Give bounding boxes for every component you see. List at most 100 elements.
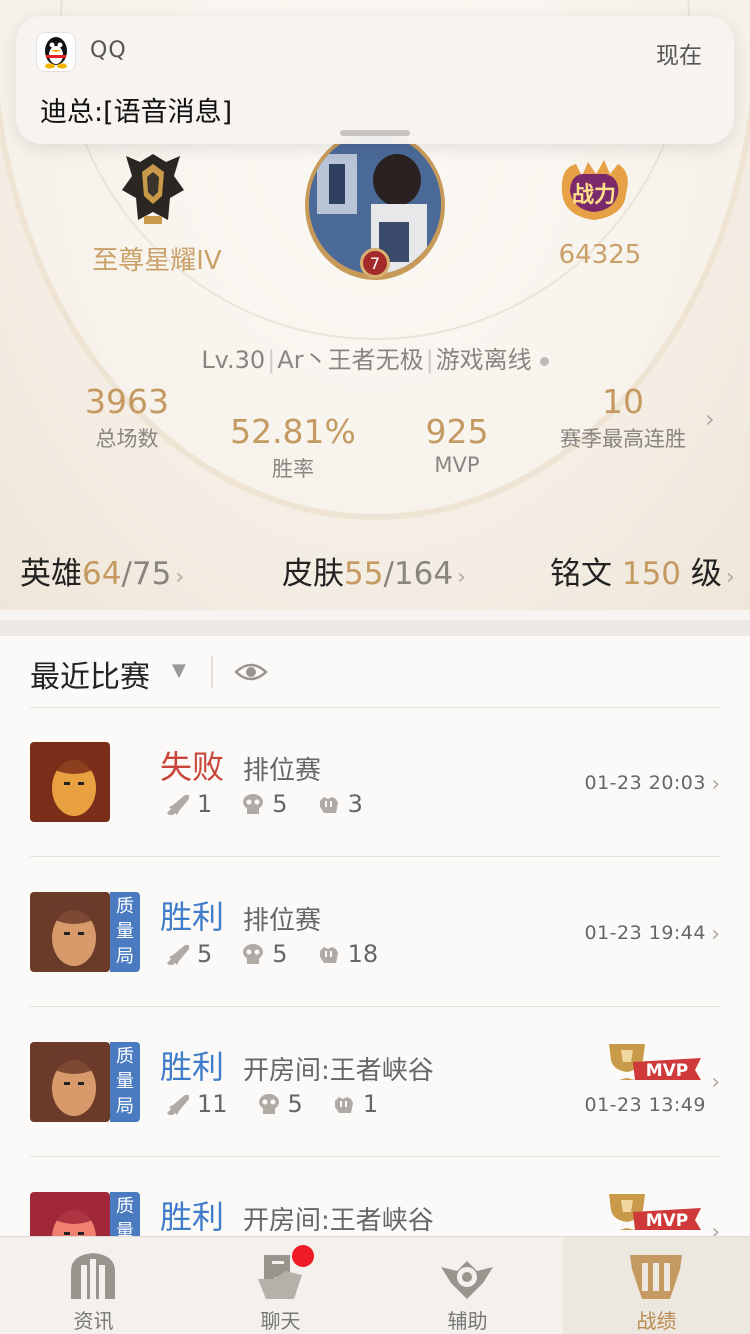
header-separator bbox=[211, 656, 213, 688]
news-icon bbox=[71, 1253, 115, 1299]
rank-name[interactable]: 至尊星耀IV bbox=[60, 240, 254, 277]
fist-icon bbox=[319, 947, 338, 963]
match-time: 01-23 13:49 bbox=[584, 1094, 706, 1116]
row-divider bbox=[30, 1156, 720, 1157]
match-row[interactable]: 质量局胜利 开房间:王者峡谷 11 5 1 MVP 01-23 13:49 › bbox=[0, 1042, 750, 1192]
heroes-label: 英雄 bbox=[20, 556, 82, 592]
deaths-count: 5 bbox=[287, 1090, 303, 1118]
skins-chevron-icon: › bbox=[457, 565, 466, 590]
assists-count: 1 bbox=[362, 1090, 379, 1118]
tab-record-label: 战绩 bbox=[636, 1309, 677, 1333]
inscription-label: 铭文 bbox=[550, 556, 612, 592]
skull-icon bbox=[243, 944, 264, 964]
match-row[interactable]: 质量局胜利 排位赛 5 5 18 01-23 19:44 › bbox=[0, 892, 750, 1042]
match-mode: 排位赛 bbox=[243, 906, 322, 936]
skins-owned: 55 bbox=[344, 556, 384, 592]
fist-icon bbox=[319, 797, 338, 813]
player-info-line: Lv.30|Ar丶王者无极|游戏离线 bbox=[0, 340, 750, 375]
sword-icon bbox=[167, 945, 189, 965]
rank-emblem[interactable] bbox=[118, 150, 188, 230]
tab-assist-label: 辅助 bbox=[447, 1309, 488, 1333]
tab-news-label: 资讯 bbox=[73, 1309, 114, 1333]
quality-match-tag: 质量局 bbox=[110, 1042, 140, 1122]
assists-count: 3 bbox=[347, 790, 363, 818]
push-notification[interactable]: QQ 现在 迪总:[语音消息] bbox=[16, 16, 734, 144]
mvp-badge: MVP bbox=[605, 1040, 705, 1084]
match-result: 失败 bbox=[160, 748, 225, 786]
stat-win-rate-value: 52.81% bbox=[230, 412, 356, 451]
hero-portrait bbox=[30, 1042, 110, 1122]
battle-power-value[interactable]: 64325 bbox=[530, 240, 670, 270]
inscription-level: 150 bbox=[621, 556, 682, 592]
hero-portrait bbox=[30, 892, 110, 972]
collection-heroes[interactable]: 英雄64/75 › bbox=[20, 548, 184, 593]
recent-matches-title[interactable]: 最近比赛 bbox=[30, 652, 150, 696]
svg-text:战力: 战力 bbox=[572, 183, 616, 208]
skull-icon bbox=[243, 794, 264, 814]
notification-drag-handle[interactable] bbox=[340, 130, 410, 136]
quality-match-tag: 质量局 bbox=[110, 892, 140, 972]
match-time: 01-23 20:03 bbox=[584, 772, 706, 794]
collection-skins[interactable]: 皮肤55/164 › bbox=[282, 548, 466, 593]
stat-total-matches-label: 总场数 bbox=[95, 427, 159, 451]
hero-portrait bbox=[30, 742, 110, 822]
match-kda: 5 5 18 bbox=[165, 940, 406, 968]
stat-best-streak-label: 赛季最高连胜 bbox=[560, 427, 686, 451]
player-name: Ar丶王者无极 bbox=[277, 346, 424, 374]
rank-emblem-icon bbox=[122, 154, 184, 224]
match-mode: 开房间:王者峡谷 bbox=[243, 1206, 434, 1236]
deaths-count: 5 bbox=[272, 940, 288, 968]
battle-power-icon: 战力 bbox=[561, 160, 628, 220]
match-kda: 1 5 3 bbox=[165, 790, 391, 818]
tab-chat[interactable]: 聊天 bbox=[187, 1237, 374, 1334]
sword-icon bbox=[167, 795, 189, 815]
svg-text:MVP: MVP bbox=[646, 1211, 689, 1231]
player-status: 游戏离线 bbox=[435, 346, 532, 374]
match-mode: 排位赛 bbox=[243, 756, 322, 786]
recent-dropdown-chevron-icon[interactable]: ▼ bbox=[172, 660, 186, 681]
kills-count: 11 bbox=[197, 1090, 228, 1118]
match-mode: 开房间:王者峡谷 bbox=[243, 1056, 434, 1086]
skull-icon bbox=[258, 1094, 279, 1114]
stat-win-rate-label: 胜率 bbox=[272, 457, 314, 481]
match-result: 胜利 bbox=[160, 1048, 225, 1086]
row-divider bbox=[30, 856, 720, 857]
heroes-total: /75 bbox=[121, 556, 172, 592]
heroes-owned: 64 bbox=[82, 556, 122, 592]
fist-icon bbox=[334, 1097, 353, 1113]
assists-count: 18 bbox=[347, 940, 379, 968]
qq-penguin-icon bbox=[36, 32, 76, 72]
avatar-level-badge: 7 bbox=[360, 248, 390, 278]
collection-inscription[interactable]: 铭文 150 级 › bbox=[550, 548, 735, 593]
tab-assist[interactable]: 辅助 bbox=[374, 1237, 561, 1334]
status-dot-icon bbox=[539, 356, 549, 366]
stat-win-rate[interactable]: 52.81% 胜率 bbox=[218, 412, 368, 483]
skins-label: 皮肤 bbox=[282, 556, 344, 592]
tab-news[interactable]: 资讯 bbox=[0, 1237, 187, 1334]
match-time: 01-23 19:44 bbox=[584, 922, 706, 944]
stat-best-streak[interactable]: 10 赛季最高连胜 bbox=[548, 382, 698, 453]
kills-count: 5 bbox=[197, 940, 213, 968]
stat-mvp[interactable]: 925 MVP bbox=[402, 412, 512, 477]
notification-message: 迪总:[语音消息] bbox=[40, 97, 233, 128]
row-divider bbox=[30, 1006, 720, 1007]
mvp-badge: MVP bbox=[605, 1190, 705, 1234]
eye-icon[interactable] bbox=[234, 658, 268, 686]
chat-unread-badge bbox=[292, 1245, 314, 1267]
stats-more-chevron-icon[interactable]: › bbox=[705, 405, 715, 433]
header-divider bbox=[30, 707, 720, 708]
stat-total-matches[interactable]: 3963 总场数 bbox=[62, 382, 192, 453]
tab-record[interactable]: 战绩 bbox=[563, 1237, 750, 1334]
stat-total-matches-value: 3963 bbox=[85, 382, 169, 421]
player-level: Lv.30 bbox=[201, 346, 266, 374]
skins-total: /164 bbox=[383, 556, 454, 592]
match-row[interactable]: 失败 排位赛 1 5 3 01-23 20:03 › bbox=[0, 742, 750, 892]
inscription-chevron-icon: › bbox=[725, 565, 735, 590]
kills-count: 1 bbox=[197, 790, 213, 818]
battle-power-emblem[interactable]: 战力 bbox=[552, 158, 636, 224]
match-result: 胜利 bbox=[160, 1198, 225, 1236]
stat-mvp-value: 925 bbox=[425, 412, 489, 451]
svg-text:MVP: MVP bbox=[646, 1061, 689, 1081]
notification-time: 现在 bbox=[656, 43, 702, 69]
bottom-tab-bar: 资讯 聊天 辅助 战绩 bbox=[0, 1236, 750, 1334]
